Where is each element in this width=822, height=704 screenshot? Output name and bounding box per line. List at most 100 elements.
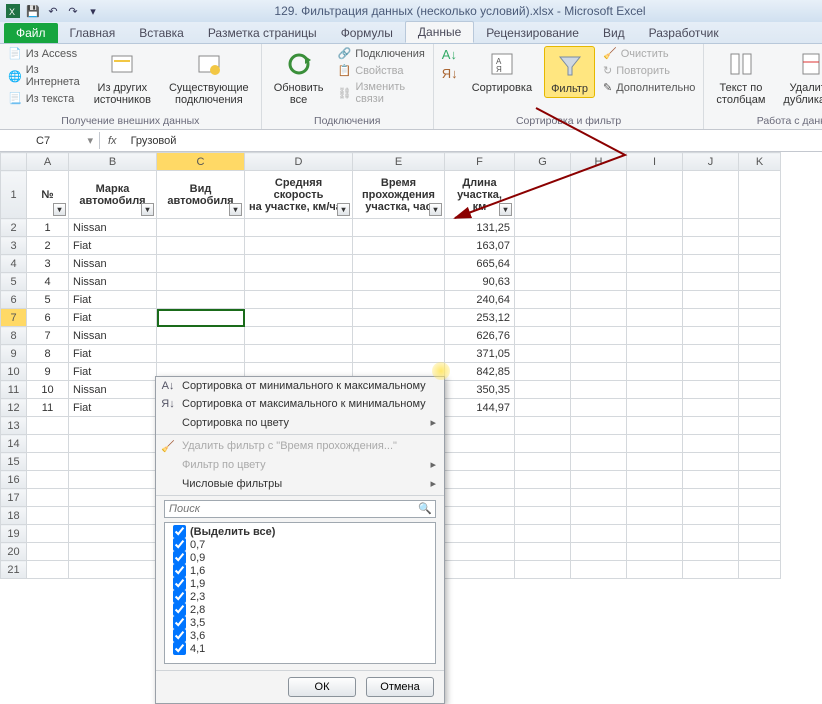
filter-button[interactable]: Фильтр <box>544 46 595 98</box>
cell[interactable] <box>245 291 353 309</box>
cell[interactable]: 4 <box>27 273 69 291</box>
filter-btn-A[interactable]: ▾ <box>53 203 66 216</box>
filter-value-item[interactable]: 2,3 <box>167 590 433 603</box>
col-A[interactable]: A <box>27 153 69 171</box>
row-12-hdr[interactable]: 12 <box>1 399 27 417</box>
from-other-sources-button[interactable]: Из других источников <box>88 46 157 108</box>
formula-input[interactable]: Грузовой <box>125 133 822 149</box>
from-access-button[interactable]: 📄Из Access <box>6 46 82 61</box>
header-D[interactable]: Средняя скорость на участке, км/час▾ <box>245 171 353 219</box>
cell[interactable] <box>157 255 245 273</box>
col-G[interactable]: G <box>515 153 571 171</box>
col-I[interactable]: I <box>627 153 683 171</box>
row-19-hdr[interactable]: 19 <box>1 525 27 543</box>
col-K[interactable]: K <box>739 153 781 171</box>
row-16-hdr[interactable]: 16 <box>1 471 27 489</box>
cell[interactable] <box>245 219 353 237</box>
cell[interactable]: 371,05 <box>445 345 515 363</box>
tab-insert[interactable]: Вставка <box>127 23 196 43</box>
undo-icon[interactable]: ↶ <box>44 2 62 20</box>
cell[interactable]: 2 <box>27 237 69 255</box>
header-C[interactable]: Вид автомобиля▾ <box>157 171 245 219</box>
row-10-hdr[interactable]: 10 <box>1 363 27 381</box>
tab-data[interactable]: Данные <box>405 21 474 43</box>
cell[interactable] <box>157 273 245 291</box>
header-A[interactable]: №▾ <box>27 171 69 219</box>
filter-value-item[interactable]: 4,1 <box>167 642 433 655</box>
cell[interactable]: 240,64 <box>445 291 515 309</box>
cell[interactable]: Fiat <box>69 345 157 363</box>
row-18-hdr[interactable]: 18 <box>1 507 27 525</box>
cell[interactable] <box>157 327 245 345</box>
cell[interactable] <box>245 309 353 327</box>
row-6-hdr[interactable]: 6 <box>1 291 27 309</box>
filter-btn-F[interactable]: ▾ <box>499 203 512 216</box>
tab-view[interactable]: Вид <box>591 23 637 43</box>
remove-duplicates-button[interactable]: Удалить дубликаты <box>777 46 822 108</box>
row-3-hdr[interactable]: 3 <box>1 237 27 255</box>
cell[interactable] <box>353 291 445 309</box>
cell[interactable]: 5 <box>27 291 69 309</box>
tab-home[interactable]: Главная <box>58 23 128 43</box>
filter-value-item[interactable]: 3,6 <box>167 629 433 642</box>
cell[interactable]: 9 <box>27 363 69 381</box>
header-E[interactable]: Время прохождения участка, час▾ <box>353 171 445 219</box>
cell[interactable]: 253,12 <box>445 309 515 327</box>
cell[interactable] <box>157 237 245 255</box>
cell[interactable]: 626,76 <box>445 327 515 345</box>
cell[interactable]: Nissan <box>69 219 157 237</box>
row-17-hdr[interactable]: 17 <box>1 489 27 507</box>
row-20-hdr[interactable]: 20 <box>1 543 27 561</box>
filter-btn-C[interactable]: ▾ <box>229 203 242 216</box>
cell[interactable]: Nissan <box>69 381 157 399</box>
filter-search[interactable]: 🔍 <box>164 500 436 518</box>
filter-value-item[interactable]: 1,6 <box>167 564 433 577</box>
filter-value-item[interactable]: 2,8 <box>167 603 433 616</box>
filter-value-select-all[interactable]: (Выделить все) <box>167 525 433 538</box>
cell[interactable] <box>245 237 353 255</box>
row-9-hdr[interactable]: 9 <box>1 345 27 363</box>
cell[interactable]: 11 <box>27 399 69 417</box>
tab-formulas[interactable]: Формулы <box>329 23 405 43</box>
cell[interactable] <box>353 309 445 327</box>
cell[interactable]: 1 <box>27 219 69 237</box>
cell[interactable] <box>157 309 245 327</box>
cell[interactable] <box>353 345 445 363</box>
col-B[interactable]: B <box>69 153 157 171</box>
from-text-button[interactable]: 📃Из текста <box>6 91 82 106</box>
cell[interactable]: Fiat <box>69 363 157 381</box>
row-1-hdr[interactable]: 1 <box>1 171 27 219</box>
cell[interactable]: 6 <box>27 309 69 327</box>
ok-button[interactable]: ОК <box>288 677 356 697</box>
cell[interactable]: 3 <box>27 255 69 273</box>
row-15-hdr[interactable]: 15 <box>1 453 27 471</box>
filter-value-item[interactable]: 1,9 <box>167 577 433 590</box>
col-H[interactable]: H <box>571 153 627 171</box>
menu-sort-asc[interactable]: A↓Сортировка от минимального к максималь… <box>156 377 444 395</box>
cell[interactable]: 163,07 <box>445 237 515 255</box>
cell[interactable] <box>245 327 353 345</box>
cell[interactable] <box>353 237 445 255</box>
cell[interactable]: Fiat <box>69 237 157 255</box>
filter-value-item[interactable]: 0,9 <box>167 551 433 564</box>
save-icon[interactable]: 💾 <box>24 2 42 20</box>
col-J[interactable]: J <box>683 153 739 171</box>
row-13-hdr[interactable]: 13 <box>1 417 27 435</box>
text-to-columns-button[interactable]: Текст по столбцам <box>710 46 771 108</box>
cell[interactable] <box>157 219 245 237</box>
cell[interactable] <box>157 345 245 363</box>
cell[interactable]: Fiat <box>69 309 157 327</box>
menu-number-filters[interactable]: Числовые фильтры▸ <box>156 474 444 493</box>
cell[interactable]: 90,63 <box>445 273 515 291</box>
cell[interactable] <box>353 255 445 273</box>
cell[interactable] <box>245 345 353 363</box>
cell[interactable]: 10 <box>27 381 69 399</box>
advanced-filter-button[interactable]: ✎Дополнительно <box>601 80 697 95</box>
tab-page-layout[interactable]: Разметка страницы <box>196 23 329 43</box>
cell[interactable]: 665,64 <box>445 255 515 273</box>
cell[interactable]: Fiat <box>69 399 157 417</box>
filter-values-list[interactable]: (Выделить все) 0,70,91,61,92,32,83,53,64… <box>164 522 436 664</box>
filter-search-input[interactable] <box>164 500 436 518</box>
col-D[interactable]: D <box>245 153 353 171</box>
filter-btn-E[interactable]: ▾ <box>429 203 442 216</box>
